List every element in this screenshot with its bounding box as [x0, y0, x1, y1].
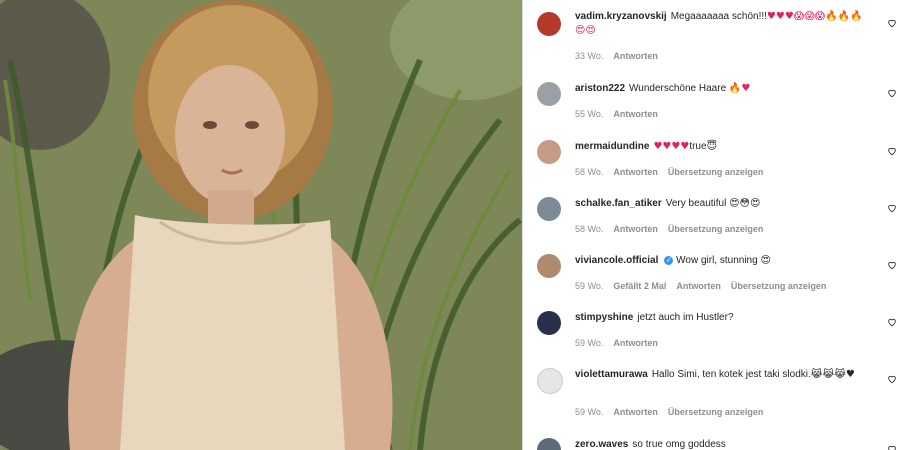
- comment-age[interactable]: 58 Wo.: [575, 224, 603, 234]
- comment-age[interactable]: 58 Wo.: [575, 167, 603, 177]
- avatar[interactable]: [537, 82, 561, 106]
- show-translation-button[interactable]: Übersetzung anzeigen: [731, 281, 827, 291]
- comment-emoji-prefix: ♥♥♥♥: [653, 141, 690, 152]
- heart-outline-icon[interactable]: [887, 444, 897, 450]
- comment-text: jetzt auch im Hustler?: [637, 312, 734, 323]
- instagram-post-view: vadim.kryzanovskij Megaaaaaaa schön!!! ♥♥♥…: [0, 0, 900, 450]
- show-translation-button[interactable]: Übersetzung anzeigen: [668, 407, 764, 417]
- comment-username[interactable]: violettamurawa: [575, 369, 648, 380]
- comment-meta: 55 Wo. Antworten: [575, 109, 668, 119]
- verified-badge-icon: ✓: [664, 256, 674, 265]
- comment-text: Hallo Simi, ten kotek jest taki slodki.: [651, 369, 811, 380]
- comment-emoji: 😍: [760, 255, 771, 266]
- comment-text: so true omg goddess: [632, 439, 726, 450]
- avatar[interactable]: [537, 254, 561, 278]
- comment-text: Megaaaaaaa schön!!!: [670, 11, 767, 22]
- comment-meta: 59 Wo. Antworten: [575, 338, 668, 348]
- heart-outline-icon[interactable]: [887, 203, 897, 213]
- likes-count[interactable]: Gefällt 2 Mal: [613, 281, 666, 291]
- comment-body: zero.waves so true omg goddess: [575, 438, 871, 450]
- comment-username[interactable]: viviancole.official: [575, 255, 658, 266]
- reply-button[interactable]: Antworten: [613, 51, 658, 61]
- comment-age[interactable]: 59 Wo.: [575, 281, 603, 291]
- comment-text: true: [689, 141, 707, 152]
- comment-meta: 59 Wo. Antworten Übersetzung anzeigen: [575, 407, 773, 417]
- reply-button[interactable]: Antworten: [613, 167, 658, 177]
- heart-outline-icon[interactable]: [887, 317, 897, 327]
- comment-text: Very beautiful: [665, 198, 727, 209]
- comment-text: Wunderschöne Haare: [629, 83, 727, 94]
- comment-body: vadim.kryzanovskij Megaaaaaaa schön!!!♥♥♥…: [575, 10, 871, 38]
- comment-username[interactable]: zero.waves: [575, 439, 628, 450]
- avatar[interactable]: [537, 140, 561, 164]
- comment-username[interactable]: mermaidundine: [575, 141, 649, 152]
- show-translation-button[interactable]: Übersetzung anzeigen: [668, 167, 764, 177]
- avatar[interactable]: [537, 438, 561, 450]
- comment-body: viviancole.official ✓ Wow girl, stunning …: [575, 254, 871, 268]
- comment-meta: 58 Wo. Antworten Übersetzung anzeigen: [575, 224, 773, 234]
- comment-emoji: 😹😹😹♥: [810, 369, 855, 380]
- comment-meta: 33 Wo. Antworten: [575, 51, 668, 61]
- reply-button[interactable]: Antworten: [613, 224, 658, 234]
- reply-button[interactable]: Antworten: [613, 109, 658, 119]
- comment-age[interactable]: 33 Wo.: [575, 51, 603, 61]
- comment-emoji: 😍😳😍: [729, 198, 761, 209]
- heart-outline-icon[interactable]: [887, 18, 897, 28]
- show-translation-button[interactable]: Übersetzung anzeigen: [668, 224, 764, 234]
- comments-panel: vadim.kryzanovskij Megaaaaaaa schön!!! ♥♥♥…: [522, 0, 900, 450]
- comment-username[interactable]: schalke.fan_atiker: [575, 198, 662, 209]
- avatar[interactable]: [537, 311, 561, 335]
- post-photo: [0, 0, 522, 450]
- avatar[interactable]: [537, 368, 563, 394]
- comment-body: violettamurawa Hallo Simi, ten kotek jest…: [575, 368, 871, 382]
- comment-meta: 59 Wo. Gefällt 2 Mal Antworten Übersetzung …: [575, 281, 836, 291]
- comment-text: Wow girl, stunning: [676, 255, 758, 266]
- reply-button[interactable]: Antworten: [613, 407, 658, 417]
- reply-button[interactable]: Antworten: [613, 338, 658, 348]
- avatar[interactable]: [537, 197, 561, 221]
- comment-age[interactable]: 59 Wo.: [575, 407, 603, 417]
- comment-emoji: 🔥♥: [728, 83, 751, 94]
- comment-emoji: 😇: [706, 141, 717, 152]
- heart-outline-icon[interactable]: [887, 88, 897, 98]
- avatar[interactable]: [537, 12, 561, 36]
- photo-illustration: [0, 0, 522, 450]
- comment-username[interactable]: vadim.kryzanovskij: [575, 11, 667, 22]
- comment-age[interactable]: 59 Wo.: [575, 338, 603, 348]
- heart-outline-icon[interactable]: [887, 260, 897, 270]
- comment-username[interactable]: stimpyshine: [575, 312, 633, 323]
- comment-meta: 58 Wo. Antworten Übersetzung anzeigen: [575, 167, 773, 177]
- heart-outline-icon[interactable]: [887, 374, 897, 384]
- comment-body: stimpyshine jetzt auch im Hustler?: [575, 311, 871, 325]
- comment-body: ariston222 Wunderschöne Haare 🔥♥: [575, 82, 871, 96]
- comment-body: schalke.fan_atiker Very beautiful 😍😳😍: [575, 197, 871, 211]
- comment-age[interactable]: 55 Wo.: [575, 109, 603, 119]
- reply-button[interactable]: Antworten: [676, 281, 721, 291]
- comment-body: mermaidundine ♥♥♥♥true😇: [575, 140, 871, 154]
- comment-username[interactable]: ariston222: [575, 83, 625, 94]
- heart-outline-icon[interactable]: [887, 146, 897, 156]
